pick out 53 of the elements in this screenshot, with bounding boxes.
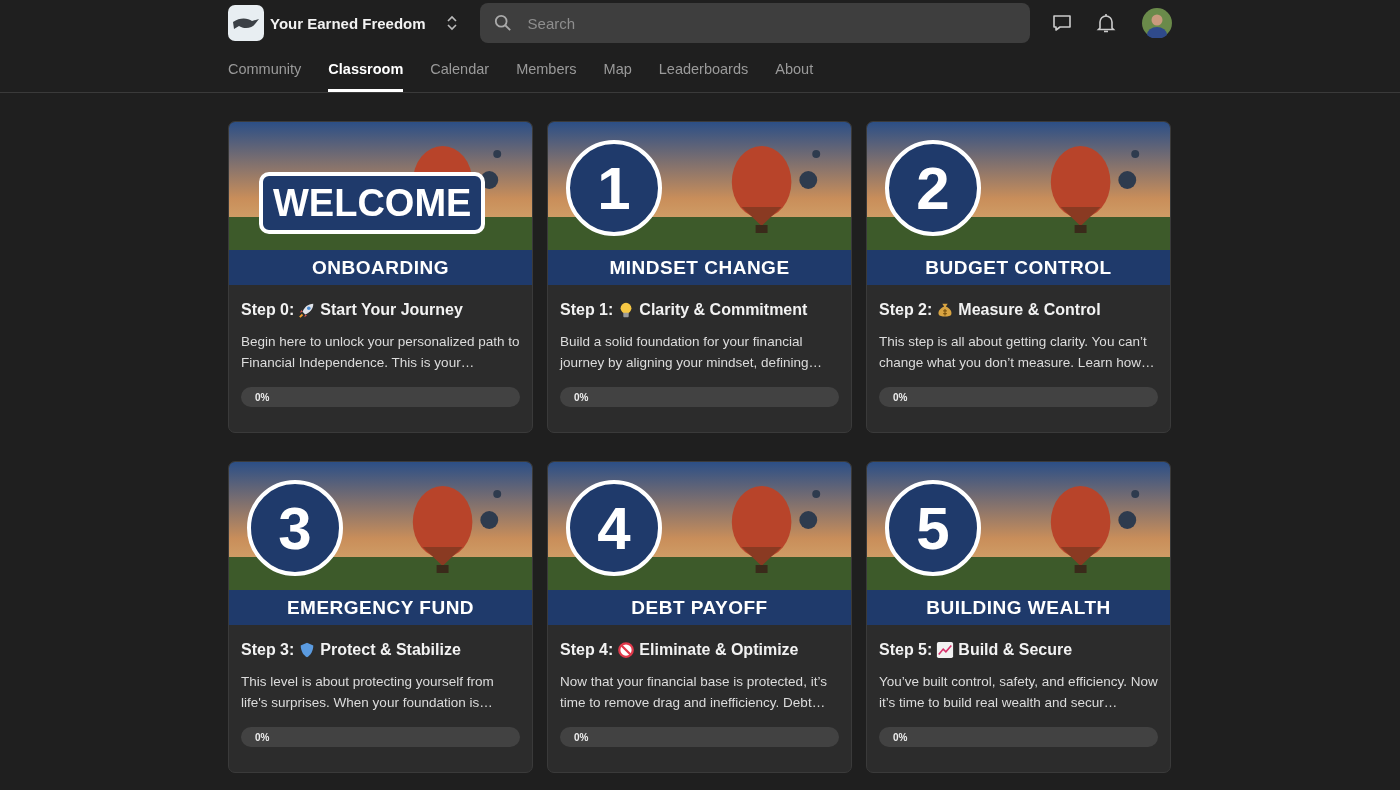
nav-tab[interactable]: Community [228, 46, 302, 92]
course-description: This step is all about getting clarity. You can’t change what you don’t measure. Learn how… [879, 333, 1156, 372]
course-description: Build a solid foundation for your financial journey by aligning your mindset, defining… [560, 333, 823, 372]
chart-increasing-icon [936, 641, 955, 659]
cover-banner: BUILDING WEALTH [867, 590, 1170, 625]
course-step: Step 2: [879, 301, 933, 319]
progress-label: 0% [255, 731, 270, 743]
course-step: Step 0: [241, 301, 295, 319]
search-icon [493, 14, 512, 32]
progress-label: 0% [893, 391, 908, 403]
course-title: Measure & Control [958, 301, 1101, 319]
progress-label: 0% [574, 731, 589, 743]
course-title: Clarity & Commitment [639, 301, 808, 319]
community-name[interactable]: Your Earned Freedom [270, 14, 426, 32]
nav-tab[interactable]: Members [516, 46, 577, 92]
course-card[interactable]: 1 MINDSET CHANGE Step 1: Clarity & Commitment Build a solid foundation for your financial journey by aligning your mindset, defining… 0% [547, 121, 852, 433]
course-step: Step 1: [560, 301, 614, 319]
course-description: Now that your financial base is protected, it’s time to remove drag and inefficiency. Debt… [560, 673, 828, 712]
cover-banner: ONBOARDING [229, 250, 532, 285]
course-title: Start Your Journey [320, 301, 463, 319]
nav-tab[interactable]: Classroom [328, 46, 404, 92]
nav-tab[interactable]: Leaderboards [658, 46, 749, 92]
cover-banner: DEBT PAYOFF [548, 590, 851, 625]
course-card[interactable]: 5 BUILDING WEALTH Step 5: Build & Secure You’ve built control, safety, and efficiency. Now it’s time to build real wealth and secur… 0% [866, 461, 1171, 773]
bird-icon [228, 5, 264, 41]
cover-badge: WELCOME [259, 172, 486, 234]
cover-banner: EMERGENCY FUND [229, 590, 532, 625]
nav-tab[interactable]: Calendar [430, 46, 490, 92]
course-card[interactable]: 3 EMERGENCY FUND Step 3: Protect & Stabilize This level is about protecting yourself from life's surprises. When your foundation is… 0% [228, 461, 533, 773]
course-description: You’ve built control, safety, and efficiency. Now it’s time to build real wealth and secur… [879, 673, 1158, 712]
community-logo[interactable] [228, 5, 264, 41]
avatar-icon[interactable] [1141, 8, 1172, 38]
progress-label: 0% [574, 391, 589, 403]
course-step: Step 5: [879, 641, 933, 659]
course-card[interactable]: 4 DEBT PAYOFF Step 4: Eliminate & Optimize Now that your financial base is protected, it’s time to remove drag and inefficiency. Debt… 0% [547, 461, 852, 773]
chevron-up-down-icon[interactable] [445, 14, 458, 32]
course-card[interactable]: WELCOME ONBOARDING Step 0: Start Your Journey Begin here to unlock your personalized path to Financial Independence. This is your… 0% [228, 121, 533, 433]
course-step: Step 4: [560, 641, 614, 659]
course-title: Build & Secure [958, 641, 1073, 659]
cover-banner: MINDSET CHANGE [548, 250, 851, 285]
course-description: Begin here to unlock your personalized path to Financial Independence. This is your… [241, 333, 520, 372]
nav-tab[interactable]: Map [603, 46, 632, 92]
course-step: Step 3: [241, 641, 295, 659]
nav-tab[interactable]: About [775, 46, 814, 92]
course-title: Protect & Stabilize [320, 641, 461, 659]
cover-banner: BUDGET CONTROL [867, 250, 1170, 285]
prohibited-icon [617, 641, 636, 659]
course-card[interactable]: 2 BUDGET CONTROL Step 2: Measure & Control This step is all about getting clarity. You can’t change what you don’t measure. Learn how… 0% [866, 121, 1171, 433]
progress-label: 0% [893, 731, 908, 743]
course-description: This level is about protecting yourself from life's surprises. When your foundation is… [241, 673, 495, 712]
progress-label: 0% [255, 391, 270, 403]
course-title: Eliminate & Optimize [639, 641, 799, 659]
search-field[interactable]: Search [479, 3, 1030, 43]
